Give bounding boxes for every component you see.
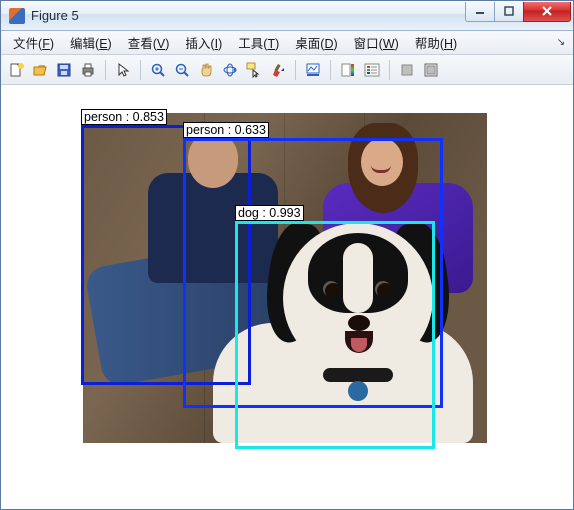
minimize-button[interactable] [465,2,495,22]
menu-desktop[interactable]: 桌面(D) [287,31,345,54]
pan-button[interactable] [195,59,217,81]
maximize-icon [504,6,514,16]
zoom-out-icon [174,62,190,78]
menu-edit[interactable]: 编辑(E) [62,31,120,54]
print-icon [80,62,96,78]
titlebar: Figure 5 [1,1,573,31]
menu-tools[interactable]: 工具(T) [230,31,287,54]
zoom-out-button[interactable] [171,59,193,81]
menu-insert[interactable]: 插入(I) [177,31,230,54]
window-control-buttons [466,2,571,24]
zoom-in-icon [150,62,166,78]
menu-overflow-icon[interactable]: ↘ [553,35,569,51]
detection-label-person2: person : 0.633 [183,122,269,138]
toolbar-separator [330,60,331,80]
new-icon [8,62,24,78]
zoom-in-button[interactable] [147,59,169,81]
pointer-icon [115,62,131,78]
menubar: 文件(F) 编辑(E) 查看(V) 插入(I) 工具(T) 桌面(D) 窗口(W… [1,31,573,55]
save-button[interactable] [53,59,75,81]
insert-legend-button[interactable] [361,59,383,81]
new-figure-button[interactable] [5,59,27,81]
open-button[interactable] [29,59,51,81]
save-icon [56,62,72,78]
matlab-icon [9,8,25,24]
pan-icon [198,62,214,78]
show-plot-tools-button[interactable] [420,59,442,81]
toolbar-separator [140,60,141,80]
window-title: Figure 5 [31,8,79,23]
minimize-icon [475,6,485,16]
close-button[interactable] [523,2,571,22]
link-button[interactable] [302,59,324,81]
detection-box-dog: dog : 0.993 [235,221,435,449]
toolbar-separator [295,60,296,80]
menu-help[interactable]: 帮助(H) [407,31,465,54]
detection-label-person1: person : 0.853 [81,109,167,125]
data-cursor-button[interactable] [243,59,265,81]
colorbar-icon [340,62,356,78]
link-icon [305,62,321,78]
brush-icon [270,62,286,78]
legend-icon [364,62,380,78]
detection-label-dog: dog : 0.993 [235,205,304,221]
data-cursor-icon [246,62,262,78]
insert-colorbar-button[interactable] [337,59,359,81]
brush-button[interactable] [267,59,289,81]
figure-canvas[interactable]: person : 0.853 person : 0.633 dog : 0.99… [1,85,573,509]
open-icon [32,62,48,78]
menu-window[interactable]: 窗口(W) [346,31,407,54]
hide-plot-tools-button[interactable] [396,59,418,81]
close-icon [541,5,553,17]
rotate-icon [222,62,238,78]
rotate-3d-button[interactable] [219,59,241,81]
menu-view[interactable]: 查看(V) [120,31,178,54]
toolbar [1,55,573,85]
menu-file[interactable]: 文件(F) [5,31,62,54]
edit-plot-button[interactable] [112,59,134,81]
maximize-button[interactable] [494,2,524,22]
toolbar-separator [389,60,390,80]
figure-window: Figure 5 文件(F) 编辑(E) 查看(V) 插入(I) 工具(T) 桌… [0,0,574,510]
showplot-icon [423,62,439,78]
print-button[interactable] [77,59,99,81]
axes-image: person : 0.853 person : 0.633 dog : 0.99… [83,113,487,443]
hideplot-icon [399,62,415,78]
toolbar-separator [105,60,106,80]
